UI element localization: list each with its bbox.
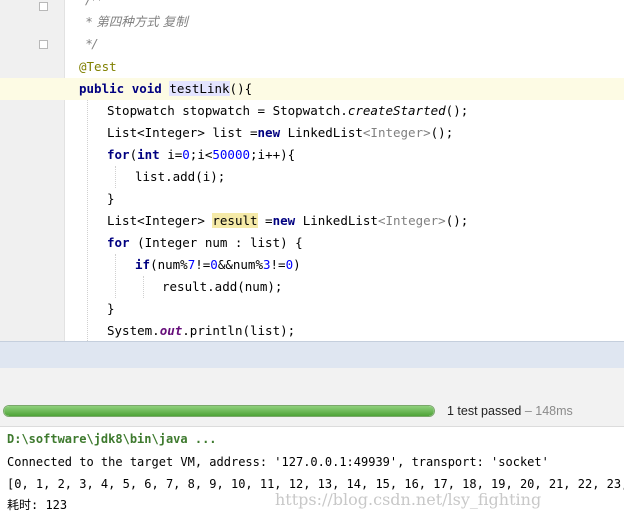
- code-line: List<Integer> list =new LinkedList<Integ…: [0, 122, 624, 144]
- code-line: System.out.println(list);: [0, 320, 624, 341]
- code-line: for(int i=0;i<50000;i++){: [0, 144, 624, 166]
- comment-text: * 第四种方式 复制: [86, 14, 188, 29]
- code-text: for (Integer num : list) {: [107, 235, 303, 250]
- code-text: if(num%7!=0&&num%3!=0): [135, 257, 301, 272]
- console-line: Connected to the target VM, address: '12…: [7, 455, 549, 469]
- code-text: List<Integer> list =new LinkedList<Integ…: [107, 125, 454, 140]
- code-line: */: [0, 33, 624, 55]
- method-signature: public void testLink(){: [79, 81, 253, 96]
- code-text: System.out.println(list);: [107, 323, 296, 338]
- code-line: * 第四种方式 复制: [0, 11, 624, 33]
- tool-window-header: [0, 341, 624, 369]
- code-line: /**: [0, 0, 624, 11]
- test-status-label: 1 test passed: [447, 404, 522, 418]
- code-text: }: [107, 301, 115, 316]
- test-duration: – 148ms: [524, 404, 573, 418]
- code-text: }: [107, 191, 115, 206]
- code-line: Stopwatch stopwatch = Stopwatch.createSt…: [0, 100, 624, 122]
- annotation-text: @Test: [79, 59, 117, 74]
- code-line: List<Integer> result =new LinkedList<Int…: [0, 210, 624, 232]
- test-progress-bar: [3, 405, 435, 417]
- comment-text: /**: [86, 0, 103, 11]
- comment-text: */: [86, 36, 97, 51]
- code-editor[interactable]: /** * 第四种方式 复制 */ @Test public void test…: [0, 0, 624, 341]
- code-text: Stopwatch stopwatch = Stopwatch.createSt…: [107, 103, 469, 118]
- run-toolbar: [0, 368, 624, 398]
- test-progress-fill: [4, 406, 434, 416]
- console-command-line[interactable]: D:\software\jdk8\bin\java ...: [7, 428, 217, 450]
- code-text: result.add(num);: [162, 279, 283, 294]
- variable-result: result: [212, 213, 258, 228]
- code-line: for (Integer num : list) {: [0, 232, 624, 254]
- code-line: @Test: [0, 56, 624, 78]
- method-name: testLink: [169, 81, 230, 96]
- code-text: for(int i=0;i<50000;i++){: [107, 147, 296, 162]
- test-status: 1 test passed – 148ms: [447, 404, 573, 418]
- watermark-text: https://blog.csdn.net/lsy_fighting: [275, 490, 542, 509]
- code-line: if(num%7!=0&&num%3!=0): [0, 254, 624, 276]
- code-line-current: public void testLink(){: [0, 78, 624, 100]
- code-line: list.add(i);: [0, 166, 624, 188]
- console-line: 耗时: 123: [7, 498, 68, 512]
- code-text: List<Integer> result =new LinkedList<Int…: [107, 213, 469, 228]
- code-line: }: [0, 298, 624, 320]
- code-line: result.add(num);: [0, 276, 624, 298]
- code-line: }: [0, 188, 624, 210]
- code-text: list.add(i);: [135, 169, 226, 184]
